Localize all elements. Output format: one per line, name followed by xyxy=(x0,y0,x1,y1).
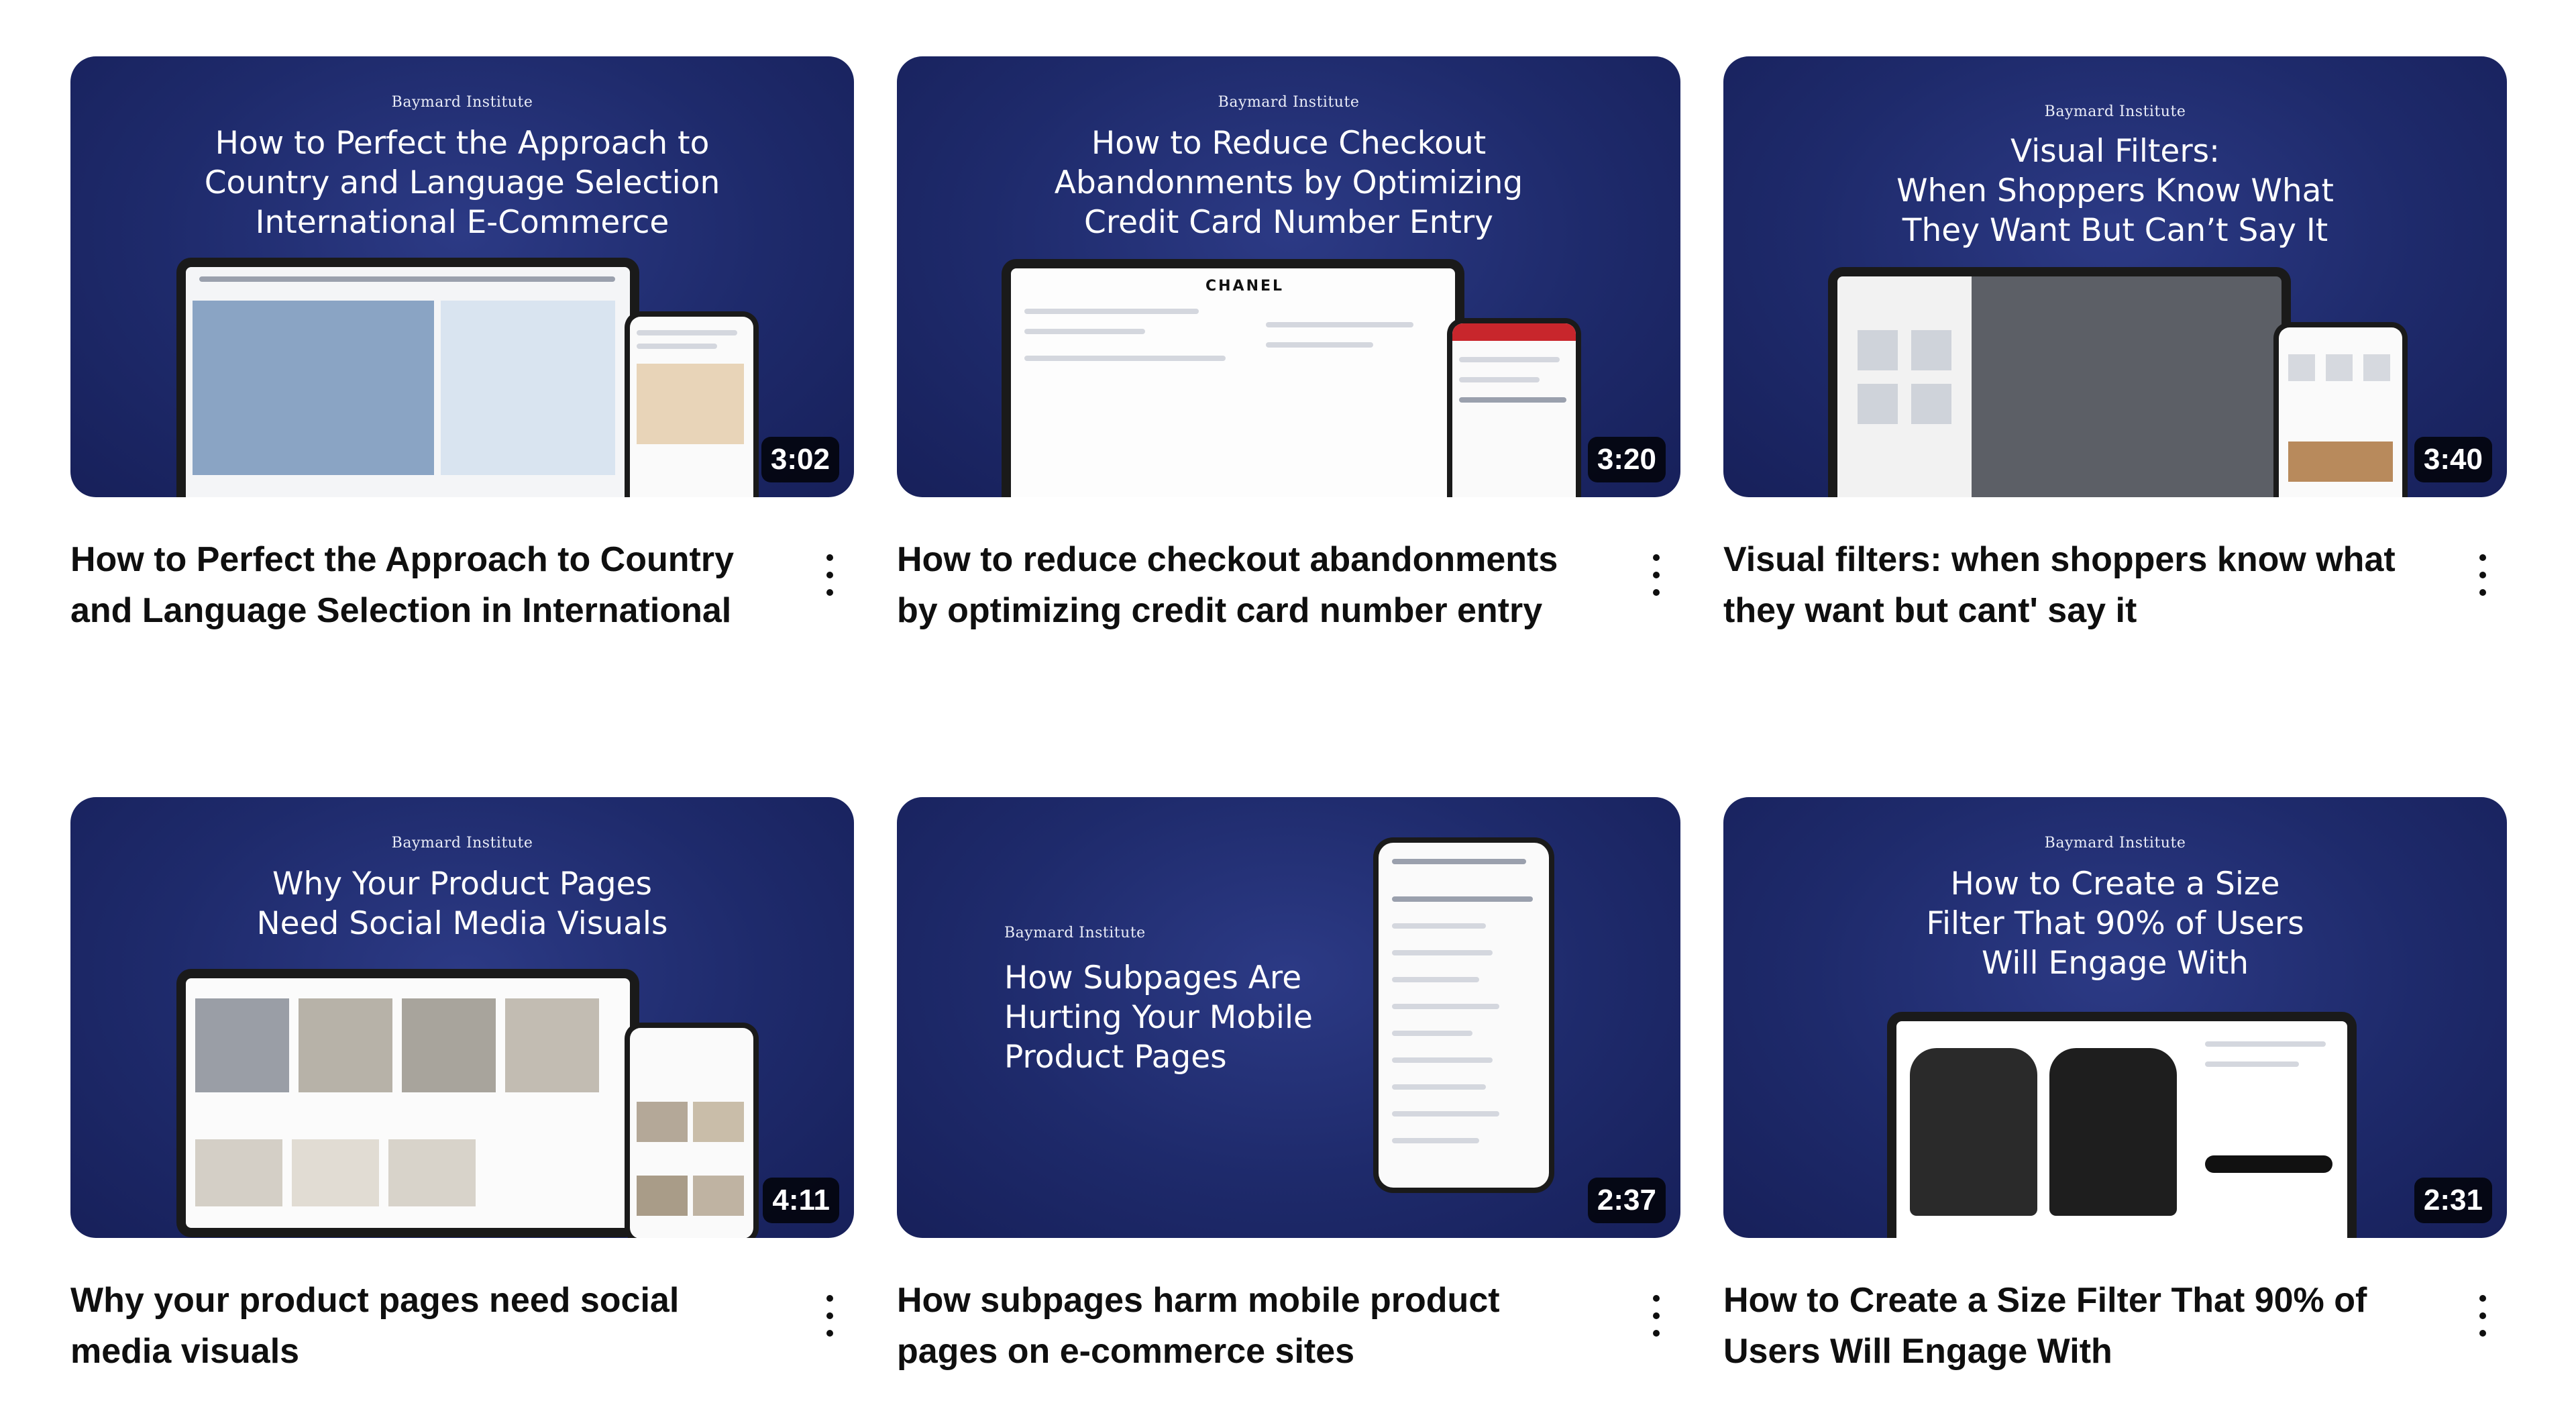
more-vert-icon[interactable] xyxy=(2471,550,2495,604)
video-duration: 3:20 xyxy=(1587,437,1666,482)
video-card[interactable]: Baymard Institute How to Create a Size F… xyxy=(1723,797,2507,1401)
laptop-mockup xyxy=(1887,1012,2357,1238)
thumbnail-headline: How Subpages Are Hurting Your Mobile Pro… xyxy=(1004,959,1313,1076)
thumbnail-headline: How to Reduce Checkout Abandonments by O… xyxy=(1054,125,1523,241)
video-title[interactable]: Why your product pages need social media… xyxy=(70,1275,782,1377)
more-vert-icon[interactable] xyxy=(1644,550,1668,604)
video-title[interactable]: How to Create a Size Filter That 90% of … xyxy=(1723,1275,2434,1377)
phone-mockup xyxy=(625,311,759,497)
video-thumbnail[interactable]: Baymard Institute How to Perfect the App… xyxy=(70,56,854,497)
video-duration: 4:11 xyxy=(763,1178,839,1223)
video-duration: 3:40 xyxy=(2414,437,2492,482)
video-card[interactable]: Baymard Institute How to Reduce Checkout… xyxy=(897,56,1680,660)
laptop-mockup xyxy=(176,969,639,1237)
thumbnail-brand: Baymard Institute xyxy=(2044,835,2186,851)
thumbnail-brand: Baymard Institute xyxy=(1218,94,1360,111)
phone-mockup xyxy=(625,1023,759,1238)
video-thumbnail[interactable]: Baymard Institute How Subpages Are Hurti… xyxy=(897,797,1680,1238)
phone-mockup xyxy=(1447,318,1581,497)
video-card[interactable]: Baymard Institute Why Your Product Pages… xyxy=(70,797,854,1401)
video-title[interactable]: Visual filters: when shoppers know what … xyxy=(1723,534,2434,636)
thumbnail-brand: Baymard Institute xyxy=(1004,925,1146,941)
video-title[interactable]: How to reduce checkout abandonments by o… xyxy=(897,534,1608,636)
video-title[interactable]: How to Perfect the Approach to Country a… xyxy=(70,534,782,636)
more-vert-icon[interactable] xyxy=(1644,1291,1668,1345)
video-card[interactable]: Baymard Institute How Subpages Are Hurti… xyxy=(897,797,1680,1401)
screen-brand-text: CHANEL xyxy=(1205,278,1285,295)
video-thumbnail[interactable]: Baymard Institute How to Reduce Checkout… xyxy=(897,56,1680,497)
thumbnail-headline: How to Create a Size Filter That 90% of … xyxy=(1926,866,2304,982)
more-vert-icon[interactable] xyxy=(818,1291,842,1345)
phone-mockup xyxy=(2273,322,2408,497)
video-grid: Baymard Institute How to Perfect the App… xyxy=(0,0,2576,1401)
video-duration: 2:37 xyxy=(1587,1178,1666,1223)
thumbnail-headline: Why Your Product Pages Need Social Media… xyxy=(256,866,668,942)
phone-mockup xyxy=(1373,837,1554,1193)
thumbnail-brand: Baymard Institute xyxy=(391,835,533,851)
video-duration: 2:31 xyxy=(2414,1178,2492,1223)
video-card[interactable]: Baymard Institute How to Perfect the App… xyxy=(70,56,854,660)
laptop-mockup xyxy=(1828,267,2291,497)
more-vert-icon[interactable] xyxy=(2471,1291,2495,1345)
thumbnail-brand: Baymard Institute xyxy=(391,94,533,111)
more-vert-icon[interactable] xyxy=(818,550,842,604)
laptop-mockup: CHANEL xyxy=(1002,259,1464,497)
video-title[interactable]: How subpages harm mobile product pages o… xyxy=(897,1275,1608,1377)
video-duration: 3:02 xyxy=(761,437,839,482)
laptop-mockup xyxy=(176,258,639,497)
thumbnail-headline: How to Perfect the Approach to Country a… xyxy=(204,125,720,241)
thumbnail-headline: Visual Filters: When Shoppers Know What … xyxy=(1896,133,2334,249)
video-thumbnail[interactable]: Baymard Institute Visual Filters: When S… xyxy=(1723,56,2507,497)
video-card[interactable]: Baymard Institute Visual Filters: When S… xyxy=(1723,56,2507,660)
video-thumbnail[interactable]: Baymard Institute Why Your Product Pages… xyxy=(70,797,854,1238)
thumbnail-brand: Baymard Institute xyxy=(2044,103,2186,120)
video-thumbnail[interactable]: Baymard Institute How to Create a Size F… xyxy=(1723,797,2507,1238)
